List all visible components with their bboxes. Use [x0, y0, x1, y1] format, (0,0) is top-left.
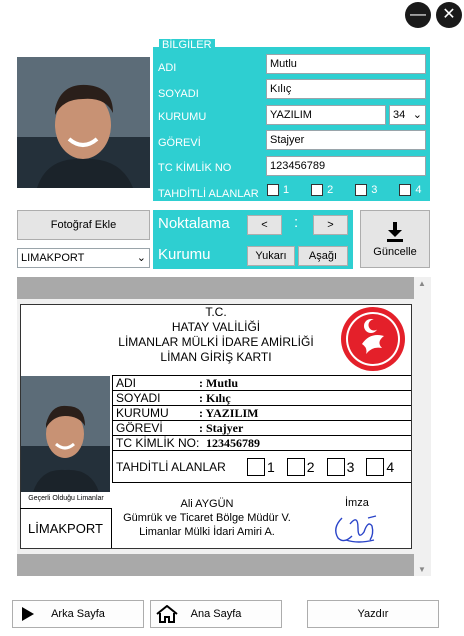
kurumu-input[interactable]: YAZILIM — [266, 105, 386, 125]
label-kurumu: KURUMU — [158, 111, 207, 123]
card-value-gorevi: : Stajyer — [199, 420, 244, 435]
check-3-label: 3 — [371, 184, 378, 196]
kurumu-number-select[interactable]: 34 ⌄ — [389, 105, 426, 125]
validity-label: Geçerli Olduğu Limanlar — [28, 495, 104, 502]
kurumu-adjust-label: Kurumu — [158, 246, 211, 263]
card-check-4-label: 4 — [386, 458, 395, 475]
photo-preview — [17, 57, 150, 188]
card-label-tahditli: TAHDİTLİ ALANLAR — [116, 459, 226, 474]
card-row-tahditli: TAHDİTLİ ALANLAR 1 2 3 4 — [113, 451, 411, 483]
signer-block: Ali AYGÜN Gümrük ve Ticaret Bölge Müdür … — [112, 497, 302, 539]
card-label-soyadi: SOYADI — [116, 391, 161, 405]
soyadi-input[interactable]: Kılıç — [266, 79, 426, 99]
person-photo — [17, 57, 150, 188]
minimize-icon: — — [410, 6, 426, 23]
chevron-down-icon: ⌄ — [412, 109, 422, 121]
download-icon — [387, 222, 403, 242]
check-3[interactable] — [355, 184, 368, 196]
card-check-2 — [286, 457, 305, 476]
card-row-gorevi: GÖREVİ : Stajyer — [113, 421, 411, 436]
signer-title1: Gümrük ve Ticaret Bölge Müdür V. — [123, 512, 291, 524]
home-icon — [156, 605, 178, 623]
label-gorevi: GÖREVİ — [158, 137, 201, 149]
minimize-button[interactable]: — — [405, 2, 431, 28]
vertical-scrollbar[interactable]: ▲ ▼ — [414, 277, 431, 576]
card-value-adi: : Mutlu — [199, 375, 238, 390]
port-cell: LİMAKPORT — [20, 508, 112, 548]
imza-label: İmza — [345, 497, 369, 509]
label-soyadi: SOYADI — [158, 88, 199, 100]
port-name: LİMAKPORT — [28, 521, 103, 536]
adi-input[interactable]: Mutlu — [266, 54, 426, 74]
tc-input[interactable]: 123456789 — [266, 156, 426, 176]
card-value-kurumu: : YAZILIM — [199, 405, 259, 420]
move-up-button[interactable]: Yukarı — [247, 246, 295, 266]
check-2[interactable] — [311, 184, 324, 196]
location-select-value: LIMAKPORT — [21, 252, 85, 264]
close-button[interactable]: ✕ — [436, 2, 462, 28]
home-page-button[interactable]: Ana Sayfa — [150, 600, 282, 628]
label-tc: TC KİMLİK NO — [158, 162, 232, 174]
check-1-label: 1 — [283, 184, 290, 196]
check-1[interactable] — [267, 184, 279, 196]
check-4-label: 4 — [415, 184, 422, 196]
move-down-button[interactable]: Aşağı — [298, 246, 348, 266]
preview-bottom-bar — [17, 554, 414, 576]
label-tahditli: TAHDİTLİ ALANLAR — [158, 188, 259, 200]
card-check-2-label: 2 — [306, 458, 315, 475]
signature — [328, 510, 388, 546]
group-title: BİLGİLER — [159, 39, 215, 51]
signer-title2: Limanlar Mülki İdari Amiri A. — [139, 526, 275, 538]
home-page-label: Ana Sayfa — [190, 608, 242, 620]
card-value-soyadi: : Kılıç — [199, 390, 231, 405]
card-label-gorevi: GÖREVİ — [116, 421, 163, 435]
print-button[interactable]: Yazdır — [307, 600, 439, 628]
move-left-button[interactable]: < — [247, 215, 282, 235]
add-photo-button[interactable]: Fotoğraf Ekle — [17, 210, 150, 240]
chevron-down-icon: ⌄ — [136, 252, 146, 264]
kurumu-number-value: 34 — [393, 109, 406, 121]
card-row-soyadi: SOYADI : Kılıç — [113, 391, 411, 406]
update-button[interactable]: Güncelle — [360, 210, 430, 268]
card-check-3-label: 3 — [346, 458, 355, 475]
card-check-1 — [247, 457, 265, 476]
card-photo — [21, 376, 110, 492]
card-row-kurumu: KURUMU : YAZILIM — [113, 406, 411, 421]
move-right-button[interactable]: > — [313, 215, 348, 235]
signature-scribble-icon — [335, 515, 377, 543]
scroll-down-icon[interactable]: ▼ — [418, 565, 426, 574]
check-4[interactable] — [399, 184, 412, 196]
card-check-4 — [366, 457, 385, 476]
card-check-3 — [326, 457, 345, 476]
tahditli-checks: 1 2 3 4 — [267, 184, 422, 196]
scroll-up-icon[interactable]: ▲ — [418, 279, 426, 288]
card-row-tc: TC KİMLİK NO: 123456789 — [113, 436, 411, 451]
location-select[interactable]: LIMAKPORT ⌄ — [17, 248, 150, 268]
card-info-table: ADI : Mutlu SOYADI : Kılıç KURUMU : YAZI… — [112, 375, 411, 483]
play-icon — [22, 607, 34, 621]
close-icon: ✕ — [442, 6, 456, 23]
governorate-emblem — [340, 306, 406, 372]
colon-label: : — [294, 214, 299, 231]
card-row-adi: ADI : Mutlu — [113, 376, 411, 391]
update-label: Güncelle — [373, 246, 417, 258]
noktalama-label: Noktalama — [158, 215, 230, 232]
signer-name: Ali AYGÜN — [180, 498, 234, 510]
card-label-tc: TC KİMLİK NO: — [116, 436, 200, 450]
gorevi-input[interactable]: Stajyer — [266, 130, 426, 150]
back-page-button[interactable]: Arka Sayfa — [12, 600, 144, 628]
check-2-label: 2 — [327, 184, 334, 196]
card-value-tc: 123456789 — [206, 435, 260, 450]
back-page-label: Arka Sayfa — [51, 608, 105, 620]
crescent-star-emblem-icon — [341, 307, 405, 371]
preview-top-bar — [17, 277, 414, 299]
card-label-kurumu: KURUMU — [116, 406, 169, 420]
label-adi: ADI — [158, 62, 177, 74]
card-label-adi: ADI — [116, 376, 137, 390]
card-check-1-label: 1 — [267, 458, 275, 475]
person-photo-small — [21, 376, 110, 492]
